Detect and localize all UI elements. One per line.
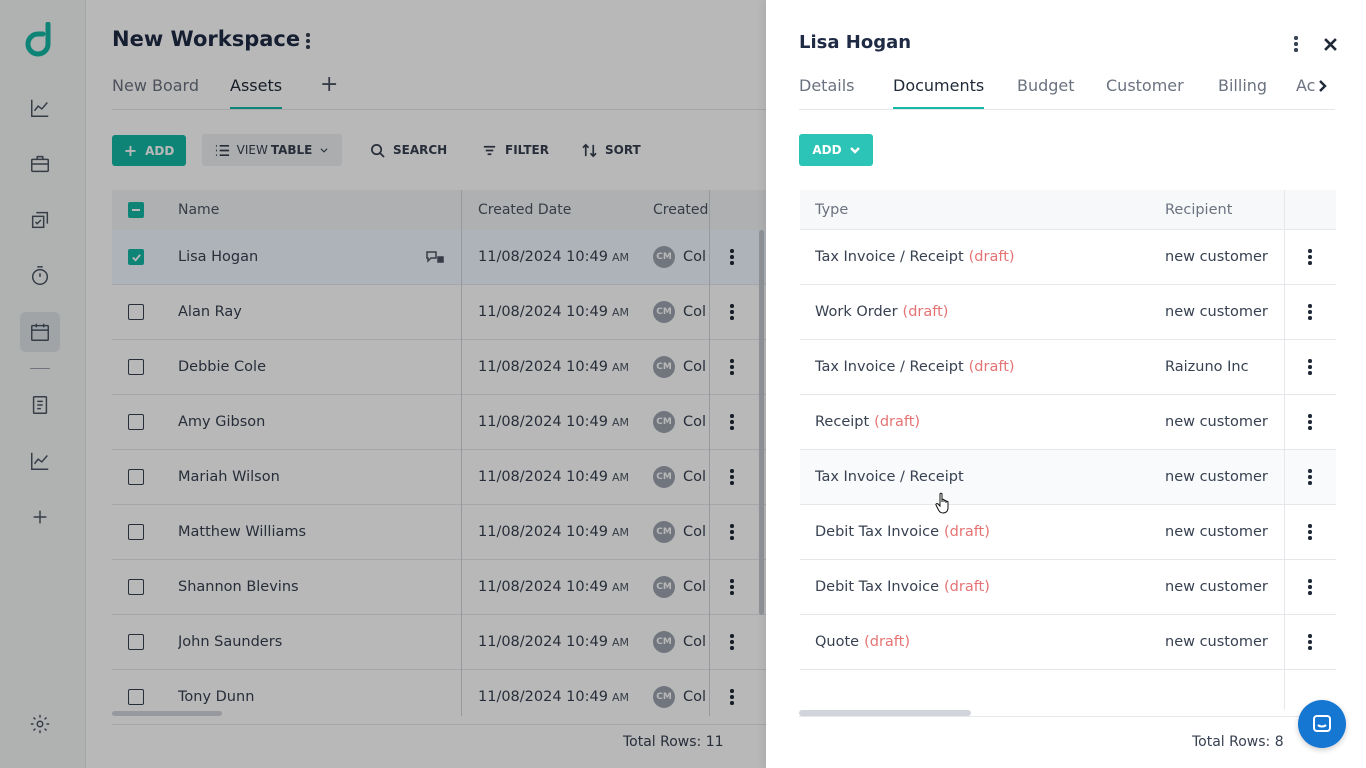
document-recipient: Raizuno Inc: [1165, 359, 1249, 375]
table-footer-divider: [799, 716, 1335, 717]
document-type: Tax Invoice / Receipt (draft): [815, 359, 1015, 375]
tab-details[interactable]: Details: [799, 76, 854, 107]
draft-badge: (draft): [874, 414, 921, 430]
document-type: Tax Invoice / Receipt (draft): [815, 249, 1015, 265]
tab-customer[interactable]: Customer: [1106, 76, 1184, 107]
document-recipient: new customer: [1165, 579, 1268, 595]
document-recipient: new customer: [1165, 634, 1268, 650]
table-row[interactable]: Tax Invoice / Receipt (draft) new custome…: [800, 230, 1336, 285]
draft-badge: (draft): [968, 249, 1015, 265]
table-row[interactable]: Quote (draft) new customer: [800, 615, 1336, 670]
draft-badge: (draft): [864, 634, 910, 650]
document-recipient: new customer: [1165, 249, 1268, 265]
draft-badge: (draft): [944, 524, 990, 540]
draft-badge: (draft): [968, 359, 1015, 375]
document-recipient: new customer: [1165, 414, 1268, 430]
tab-budget[interactable]: Budget: [1017, 76, 1075, 107]
drawer-menu-icon[interactable]: [1290, 33, 1302, 55]
document-type: Quote (draft): [815, 634, 910, 650]
chat-icon: [1313, 715, 1331, 732]
table-row[interactable]: Tax Invoice / Receipt (draft) Raizuno Inc: [800, 340, 1336, 395]
drawer-tabs: Details Documents Budget Customer Billin…: [799, 70, 1335, 110]
drawer-title: Lisa Hogan: [799, 32, 912, 53]
row-menu-icon[interactable]: [1308, 615, 1312, 669]
table-row[interactable]: Debit Tax Invoice (draft) new customer: [800, 560, 1336, 615]
row-menu-icon[interactable]: [1308, 505, 1312, 559]
table-row[interactable]: Tax Invoice / Receipt new customer: [800, 450, 1336, 505]
table-row[interactable]: Debit Tax Invoice (draft) new customer: [800, 505, 1336, 560]
document-type: Work Order (draft): [815, 304, 949, 320]
close-icon[interactable]: [1320, 33, 1340, 55]
row-menu-icon[interactable]: [1308, 395, 1312, 449]
total-rows: Total Rows: 8: [1192, 734, 1284, 750]
tabs-next-chevron-icon[interactable]: [1316, 76, 1330, 96]
table-row[interactable]: Work Order (draft) new customer: [800, 285, 1336, 340]
hand-cursor-icon: [935, 492, 949, 514]
table-header: Type Recipient: [800, 190, 1336, 230]
row-menu-icon[interactable]: [1308, 230, 1312, 284]
document-type: Debit Tax Invoice (draft): [815, 524, 990, 540]
chevron-down-icon: [849, 147, 860, 154]
modal-backdrop[interactable]: [0, 0, 766, 768]
document-type: Debit Tax Invoice (draft): [815, 579, 990, 595]
tab-documents[interactable]: Documents: [893, 76, 985, 109]
record-drawer: Lisa Hogan Details Documents Budget Cust…: [766, 0, 1366, 768]
draft-badge: (draft): [944, 579, 990, 595]
row-menu-icon[interactable]: [1308, 560, 1312, 614]
tab-activity[interactable]: Ac: [1296, 76, 1315, 107]
draft-badge: (draft): [902, 304, 949, 320]
document-recipient: new customer: [1165, 524, 1268, 540]
column-divider: [1284, 190, 1285, 710]
chat-launcher-button[interactable]: [1298, 700, 1346, 748]
document-type: Receipt (draft): [815, 414, 921, 430]
document-recipient: new customer: [1165, 469, 1268, 485]
row-menu-icon[interactable]: [1308, 285, 1312, 339]
row-menu-icon[interactable]: [1308, 340, 1312, 394]
column-header-type[interactable]: Type: [815, 190, 848, 229]
table-row[interactable]: Receipt (draft) new customer: [800, 395, 1336, 450]
row-menu-icon[interactable]: [1308, 450, 1312, 504]
column-header-recipient[interactable]: Recipient: [1165, 190, 1232, 229]
document-recipient: new customer: [1165, 304, 1268, 320]
add-document-button[interactable]: ADD: [799, 134, 873, 166]
tab-billing[interactable]: Billing: [1218, 76, 1267, 107]
